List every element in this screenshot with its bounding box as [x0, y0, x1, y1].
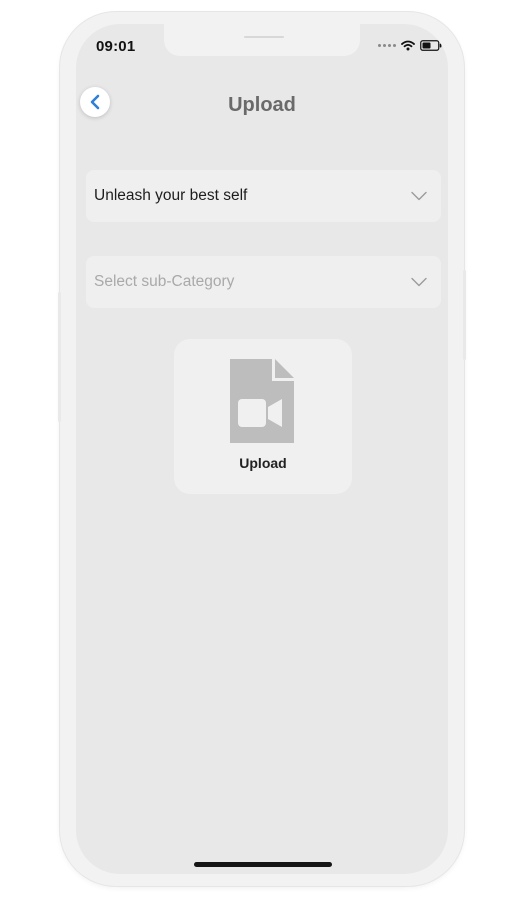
chevron-down-icon — [411, 277, 427, 287]
phone-side-button — [463, 270, 466, 360]
wifi-icon — [401, 40, 415, 51]
page-title: Upload — [228, 94, 296, 116]
app-screen: 09:01 Upload Unleash your best self Sele… — [76, 24, 448, 874]
sub-category-dropdown[interactable]: Select sub-Category — [86, 256, 441, 308]
category-value: Unleash your best self — [94, 187, 248, 204]
status-time: 09:01 — [96, 38, 136, 55]
phone-side-button — [58, 292, 61, 422]
chevron-down-icon — [411, 191, 427, 201]
home-indicator[interactable] — [194, 862, 332, 867]
signal-dots-icon — [378, 44, 396, 47]
status-icons — [378, 40, 442, 51]
video-file-icon — [230, 359, 294, 443]
notch — [164, 24, 360, 56]
speaker-grille — [244, 36, 284, 38]
sub-category-placeholder: Select sub-Category — [94, 273, 235, 290]
upload-label: Upload — [239, 455, 287, 471]
battery-icon — [420, 40, 442, 51]
category-dropdown[interactable]: Unleash your best self — [86, 170, 441, 222]
upload-card[interactable]: Upload — [174, 339, 352, 494]
